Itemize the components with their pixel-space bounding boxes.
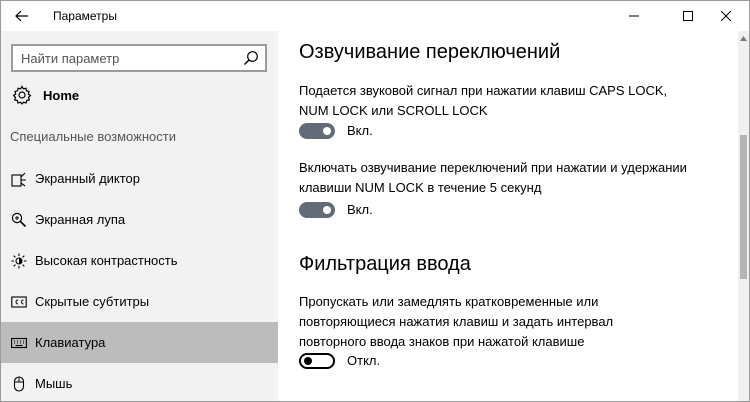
sidebar-item-magnifier[interactable]: Экранная лупа [1,199,278,240]
back-arrow-icon [15,10,28,22]
mouse-icon [13,376,25,392]
title-bar: Параметры [1,1,749,31]
toggle-knob [304,357,312,365]
filter-keys-heading: Фильтрация ввода [299,253,471,275]
sidebar-item-closed-captions[interactable]: Скрытые субтитры [1,281,278,322]
close-icon [721,11,731,21]
toggle-keys-numlock-switch[interactable] [299,202,335,218]
filter-keys-switch[interactable] [299,353,335,369]
magnifier-icon [11,212,27,228]
narrator-icon [11,172,26,187]
sidebar-item-high-contrast[interactable]: Высокая контрастность [1,240,278,281]
sidebar-item-label: Скрытые субтитры [35,294,150,309]
settings-window: Параметры Найти параметр Home Специальны… [0,0,750,402]
toggle-keys-sound-state: Вкл. [347,123,373,138]
close-button[interactable] [703,1,749,31]
toggle-keys-numlock-state: Вкл. [347,202,373,217]
scroll-up-button[interactable] [738,31,749,45]
sidebar-item-mouse[interactable]: Мышь [1,363,278,401]
vertical-scrollbar[interactable] [738,31,749,401]
search-input[interactable] [21,49,221,67]
toggle-knob [323,127,331,135]
search-box[interactable] [11,44,267,72]
gear-icon [12,85,32,105]
sidebar-item-narrator[interactable]: Экранный диктор [1,158,278,199]
sidebar-item-label: Мышь [35,376,73,391]
sidebar: Home Специальные возможности Экранный ди… [1,31,278,401]
maximize-icon [683,11,693,21]
search-icon[interactable] [243,50,259,66]
chevron-up-icon [740,35,747,41]
window-title: Параметры [53,9,117,23]
contrast-sun-icon [11,253,27,269]
sidebar-section-caption: Специальные возможности [10,129,176,144]
filter-keys-setting1-description: Пропускать или замедлять кратковременные… [299,294,614,349]
sidebar-item-label: Высокая контрастность [35,253,178,268]
sidebar-item-label: Клавиатура [35,335,106,350]
sidebar-item-label: Экранный диктор [35,171,141,186]
sidebar-item-home[interactable]: Home [1,81,278,111]
sidebar-item-keyboard[interactable]: Клавиатура [1,322,278,363]
minimize-button[interactable] [611,1,657,31]
back-button[interactable] [7,3,37,29]
filter-keys-state: Откл. [347,353,381,368]
toggle-knob [323,206,331,214]
toggle-keys-sound-switch[interactable] [299,123,335,139]
settings-content: Озвучивание переключений Подается звуков… [278,31,738,401]
sidebar-item-label: Home [43,88,80,103]
keyboard-icon [11,337,27,349]
sidebar-item-label: Экранная лупа [35,212,126,227]
toggle-keys-setting1-description: Подается звуковой сигнал при нажатии кла… [299,83,668,118]
scroll-thumb[interactable] [740,135,747,279]
toggle-keys-setting2-description: Включать озвучивание переключений при на… [299,160,687,195]
closed-captions-icon [11,296,27,308]
toggle-keys-heading: Озвучивание переключений [299,41,561,63]
minimize-icon [629,15,639,17]
